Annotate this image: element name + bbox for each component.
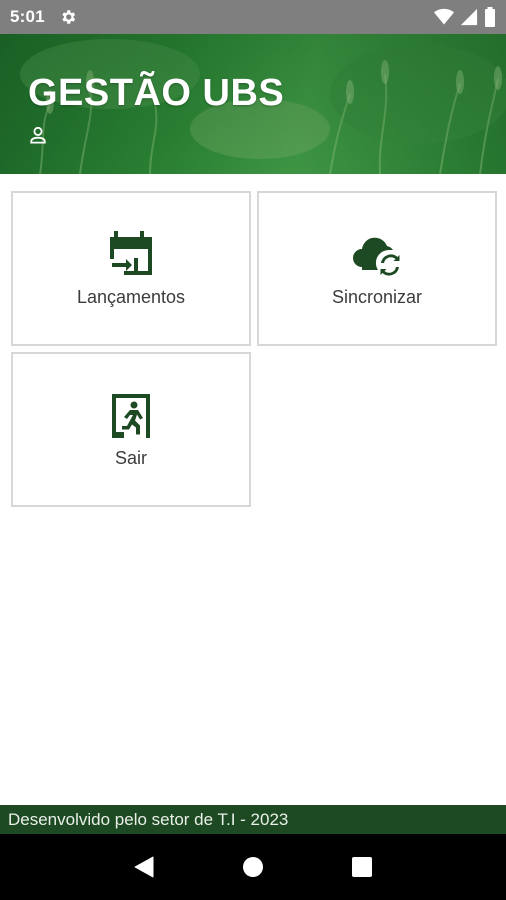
header-banner: GESTÃO UBS (0, 34, 506, 174)
home-icon (242, 857, 263, 877)
launches-tile[interactable]: Lançamentos (11, 191, 251, 346)
recents-button[interactable] (349, 854, 375, 880)
launches-label: Lançamentos (76, 287, 186, 307)
app-title: GESTÃO UBS (28, 72, 285, 114)
settings-icon (62, 10, 75, 24)
sync-label: Sincronizar (331, 287, 423, 307)
sync-tile[interactable]: Sincronizar (257, 191, 497, 346)
footer-credits: Desenvolvido pelo setor de T.I - 2023 (0, 805, 506, 834)
status-time: 5:01 (10, 7, 45, 26)
cloud-sync-icon (353, 237, 402, 277)
battery-icon (485, 7, 495, 27)
home-button[interactable] (240, 854, 266, 880)
exit-label: Sair (114, 448, 147, 468)
calendar-entry-icon (110, 231, 152, 275)
recents-icon (351, 857, 372, 877)
signal-icon (460, 8, 478, 26)
status-bar: 5:01 (0, 0, 506, 34)
exit-tile[interactable]: Sair (11, 352, 251, 507)
exit-door-icon (112, 394, 150, 438)
user-icon[interactable] (29, 126, 47, 144)
back-icon (134, 856, 154, 878)
navigation-bar (0, 834, 506, 900)
wifi-icon (434, 8, 454, 25)
back-button[interactable] (131, 854, 157, 880)
